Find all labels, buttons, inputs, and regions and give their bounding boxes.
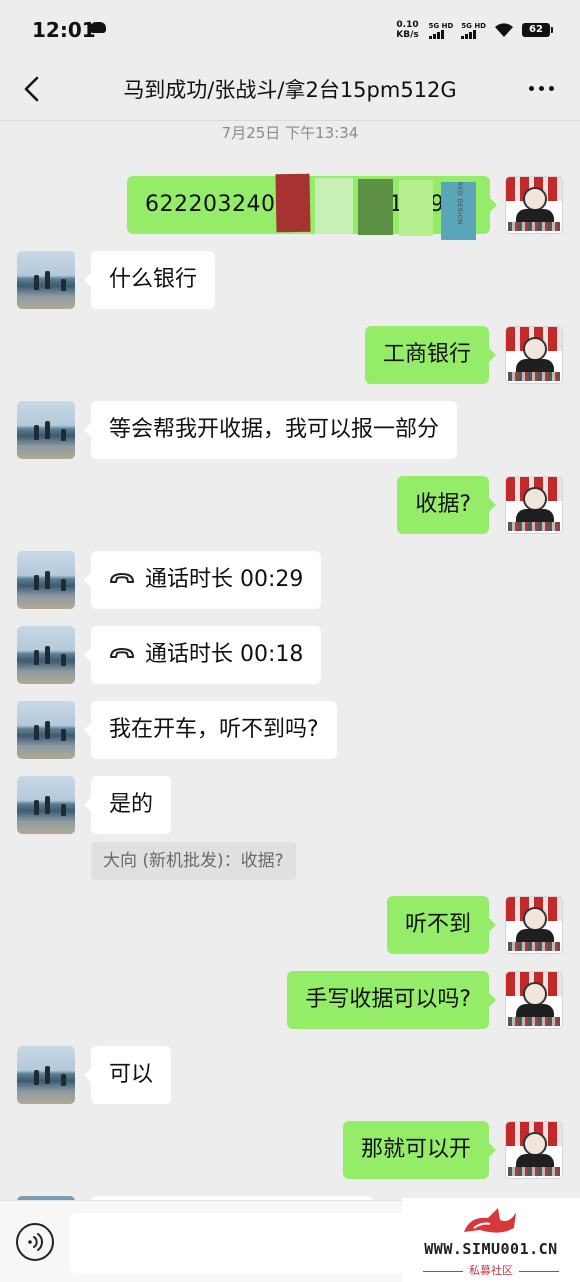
chat-title: 马到成功/张战斗/拿2台15pm512G (123, 78, 457, 102)
message-bubble-other[interactable]: 可以 (83, 1046, 172, 1104)
status-bar: 12:01 0.10 KB/s 5G HD 5G HD 62 (0, 0, 580, 58)
phone-handset-icon (110, 573, 134, 583)
sim1-label: 5G HD (428, 21, 454, 30)
call-record-bubble[interactable]: 通话时长 00:29 (83, 551, 322, 609)
redaction-block (275, 173, 311, 233)
self-avatar[interactable] (505, 1121, 563, 1179)
cloud-icon (90, 22, 106, 33)
redaction-block (399, 180, 433, 236)
contact-avatar[interactable] (17, 401, 75, 459)
contact-avatar[interactable] (17, 251, 75, 309)
call-duration: 通话时长 00:18 (145, 642, 304, 667)
wifi-icon (495, 23, 513, 37)
call-duration: 通话时长 00:29 (145, 567, 304, 592)
message-bubble-other[interactable]: 等会帮我开收据，我可以报一部分 (83, 401, 458, 459)
call-record-bubble[interactable]: 通话时长 00:18 (83, 626, 322, 684)
watermark-url: WWW.SIMU001.CN (424, 1240, 558, 1258)
status-time: 12:01 (32, 18, 96, 42)
sticker-label: RED DESIGN (456, 182, 463, 225)
contact-avatar[interactable] (17, 701, 75, 759)
message-bubble-other[interactable]: 我在开车，听不到吗? (84, 701, 337, 759)
contact-avatar[interactable] (17, 776, 75, 834)
self-avatar[interactable] (505, 476, 563, 534)
message-bubble-self[interactable]: 听不到 (386, 896, 497, 954)
contact-avatar[interactable] (17, 626, 75, 684)
message-bubble-self[interactable]: 622203240 0 1 9 RED DESIGN (127, 173, 497, 240)
message-timestamp: 7月25日 下午13:34 (221, 124, 359, 142)
watermark-logo-icon (464, 1208, 516, 1233)
redaction-block (358, 179, 393, 235)
contact-avatar[interactable] (17, 551, 75, 609)
site-watermark: WWW.SIMU001.CN 私募社区 (402, 1198, 580, 1282)
signal-bars-icon (461, 29, 477, 39)
message-bubble-self[interactable]: 工商银行 (364, 326, 497, 384)
signal-sim2: 5G HD (461, 22, 486, 39)
voice-input-icon[interactable] (16, 1223, 54, 1261)
more-dots-icon[interactable] (529, 86, 554, 91)
redaction-block (315, 178, 353, 234)
message-bubble-other[interactable]: 什么银行 (83, 251, 216, 309)
self-avatar[interactable] (505, 326, 563, 384)
network-speed-unit: KB/s (396, 30, 419, 40)
quoted-reply[interactable]: 大向 (新机批发)：收据? (91, 842, 296, 880)
phone-handset-icon (110, 648, 134, 658)
status-indicators: 0.10 KB/s 5G HD 5G HD 62 (395, 18, 553, 42)
message-text: 622203240 (145, 192, 276, 217)
contact-avatar[interactable] (17, 1046, 75, 1104)
self-avatar[interactable] (505, 176, 563, 234)
message-bubble-self[interactable]: 收据? (397, 476, 496, 534)
watermark-subtitle: 私募社区 (402, 1262, 580, 1278)
message-bubble-other[interactable]: 是的 (83, 776, 172, 834)
signal-bars-icon (428, 29, 444, 39)
chevron-left-icon[interactable] (20, 74, 44, 104)
message-bubble-self[interactable]: 手写收据可以吗? (287, 971, 496, 1029)
self-avatar[interactable] (505, 971, 563, 1029)
header-divider (0, 120, 580, 121)
network-speed-value: 0.10 (396, 20, 419, 30)
battery-icon: 62 (522, 23, 553, 37)
sim2-label: 5G HD (461, 21, 486, 30)
network-speed: 0.10 KB/s (395, 20, 421, 40)
chat-header: 马到成功/张战斗/拿2台15pm512G (0, 58, 580, 120)
signal-sim1: 5G HD (428, 21, 454, 39)
message-bubble-self[interactable]: 那就可以开 (342, 1121, 497, 1179)
self-avatar[interactable] (505, 896, 563, 954)
